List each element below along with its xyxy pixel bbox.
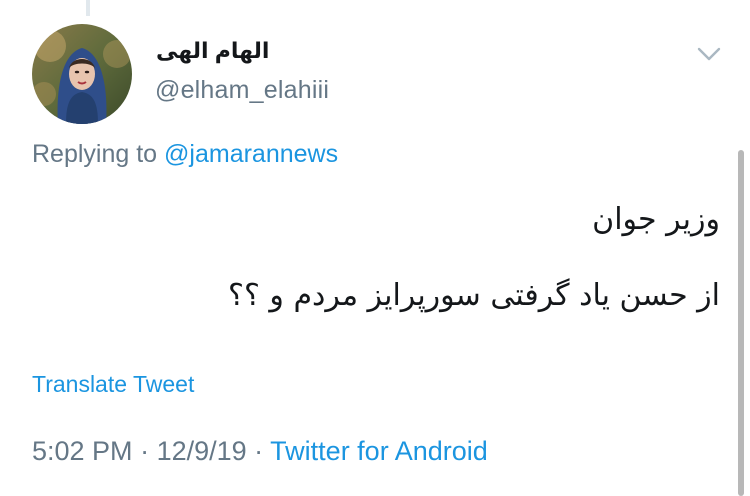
tweet-detail-view: الهام الهی @elham_elahiii Replying to @j… <box>0 0 750 496</box>
tweet-text-line-2: از حسن یاد گرفتی سورپرایز مردم و ؟؟ <box>228 278 720 313</box>
thread-connector-line <box>86 0 90 16</box>
tweet-metadata: 5:02 PM · 12/9/19 · Twitter for Android <box>32 436 488 467</box>
meta-separator: · <box>132 436 157 466</box>
tweet-source-link[interactable]: Twitter for Android <box>270 436 488 466</box>
replying-to-mention-link[interactable]: @jamarannews <box>164 140 338 168</box>
chevron-down-icon[interactable] <box>696 44 722 64</box>
scrollbar[interactable] <box>738 150 744 496</box>
display-name[interactable]: الهام الهی <box>156 38 336 70</box>
replying-to-label: Replying to <box>32 140 165 168</box>
username[interactable]: @elham_elahiii <box>155 76 329 105</box>
replying-to-line: Replying to @jamarannews <box>32 140 338 169</box>
avatar-photo <box>32 24 132 124</box>
tweet-text-line-1: وزیر جوان <box>592 202 720 237</box>
avatar[interactable] <box>32 24 132 124</box>
tweet-time[interactable]: 5:02 PM <box>32 436 133 466</box>
tweet-date[interactable]: 12/9/19 <box>157 436 247 466</box>
meta-separator: · <box>246 436 271 466</box>
translate-tweet-link[interactable]: Translate Tweet <box>32 371 194 398</box>
